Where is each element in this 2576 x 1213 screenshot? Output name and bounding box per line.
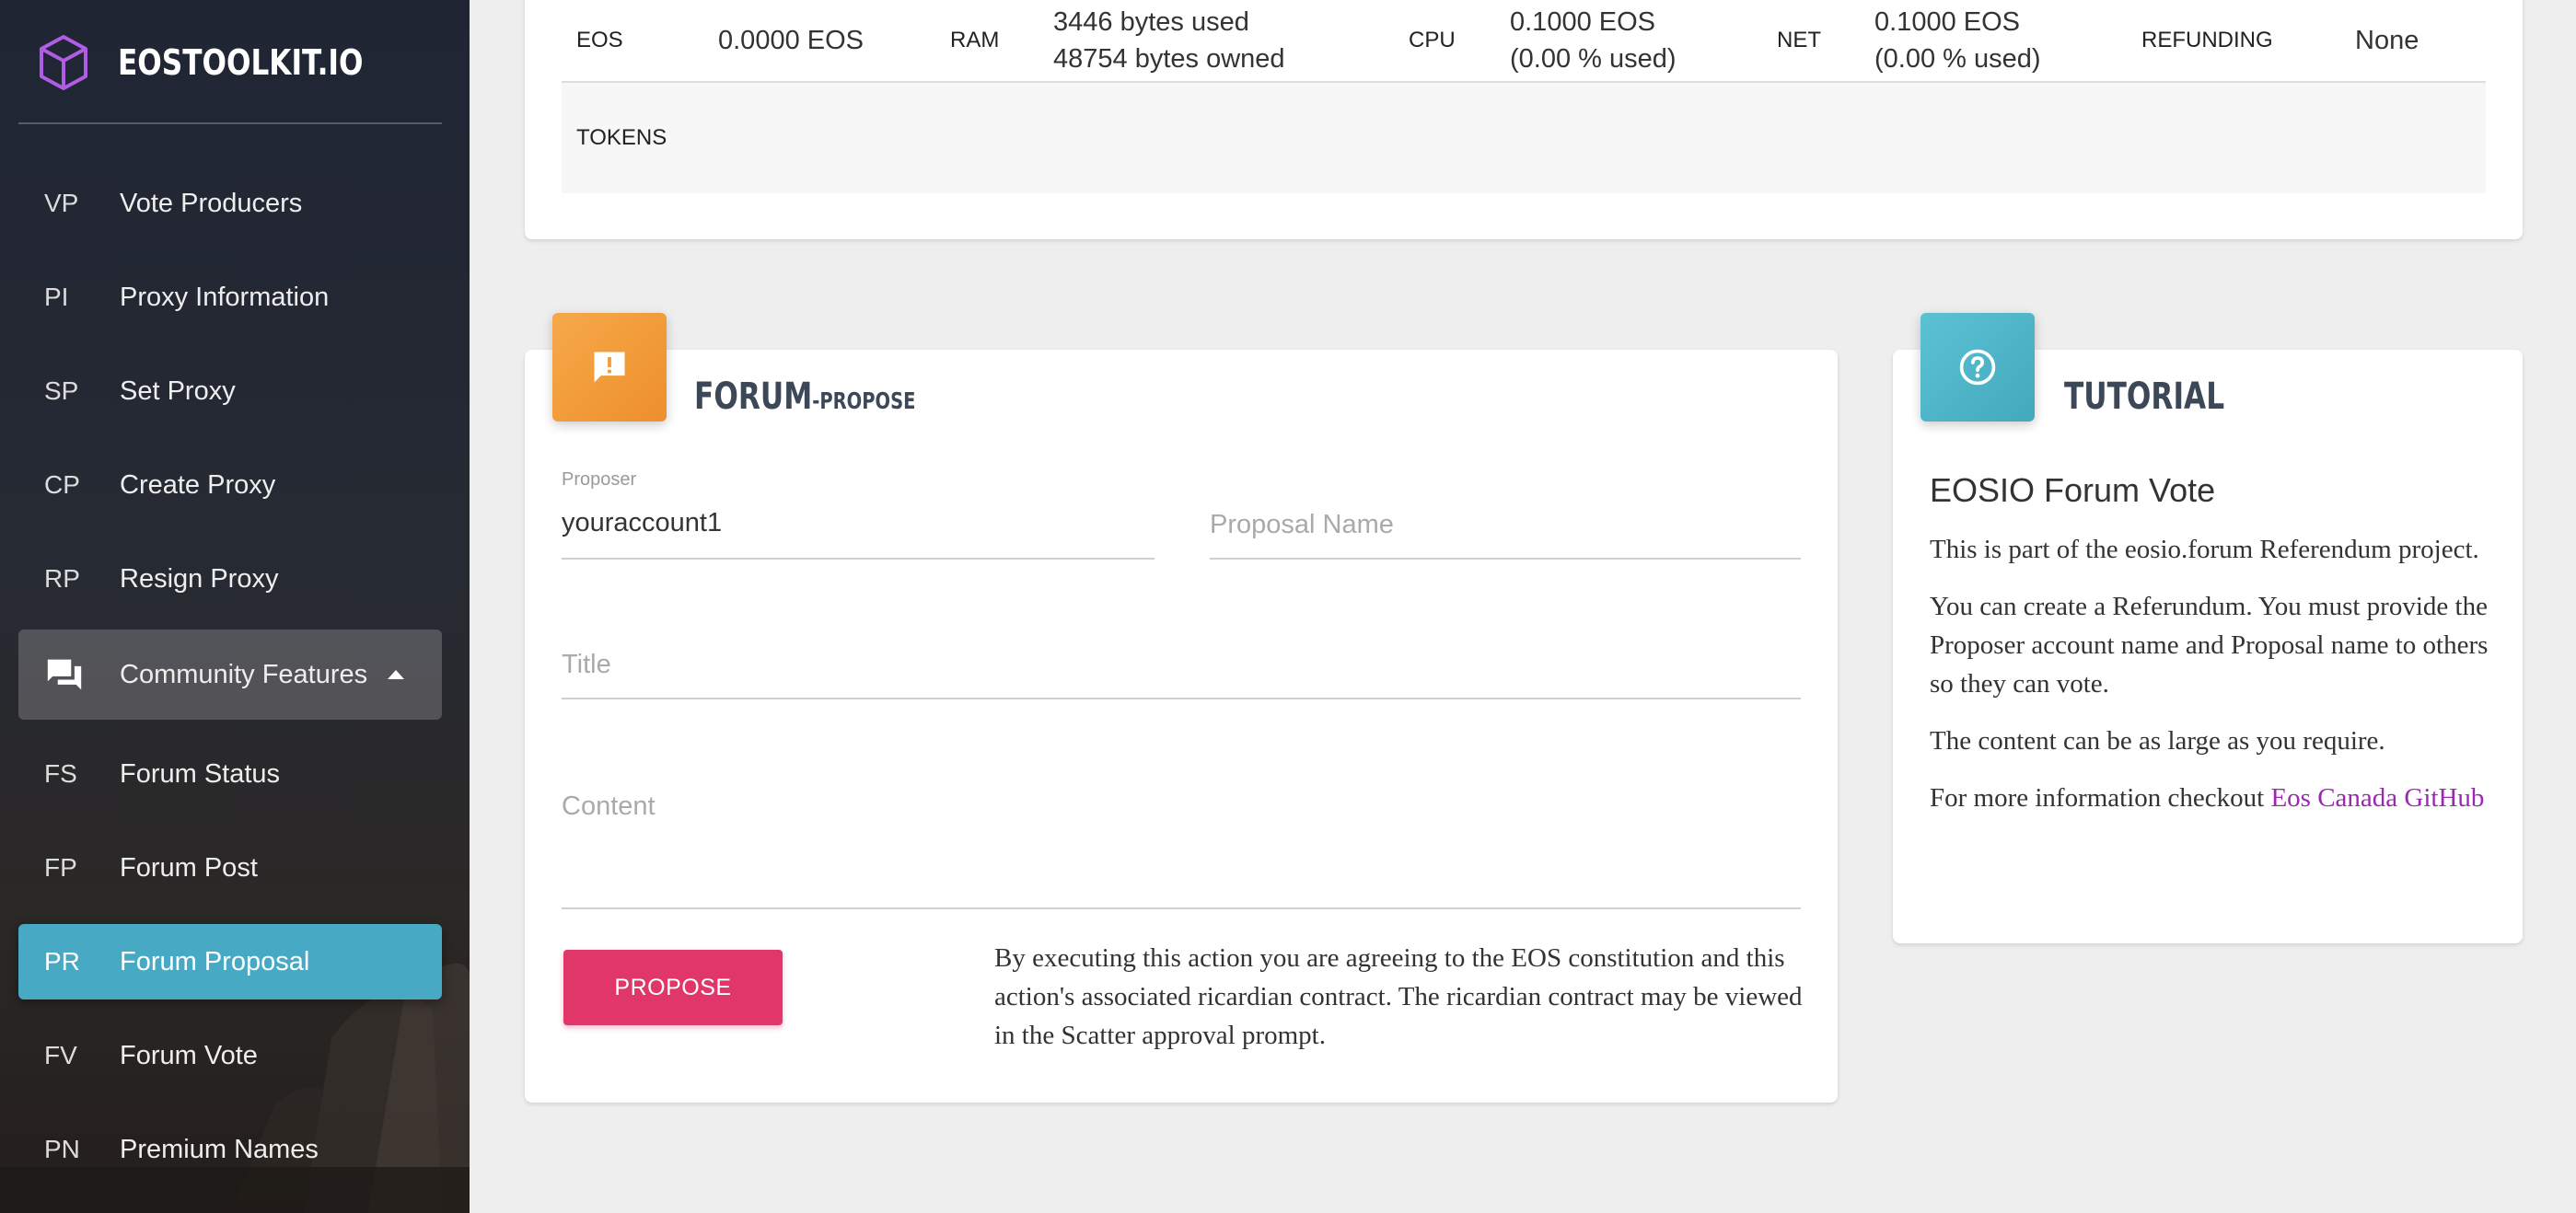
- sidebar-item-label: Forum Post: [120, 852, 258, 883]
- sidebar-item-label: Forum Vote: [120, 1040, 258, 1070]
- net-staked: 0.1000 EOS: [1874, 7, 2020, 37]
- ram-value: 3446 bytes used 48754 bytes owned: [1053, 4, 1409, 77]
- sidebar-item-create-proxy[interactable]: CP Create Proxy: [18, 438, 442, 532]
- sidebar-item-resign-proxy[interactable]: RP Resign Proxy: [18, 532, 442, 626]
- sidebar-item-label: Vote Producers: [120, 188, 303, 218]
- refunding-value: None: [2355, 25, 2419, 55]
- propose-button[interactable]: PROPOSE: [563, 950, 783, 1025]
- proposal-name-input[interactable]: Proposal Name: [1210, 510, 1394, 540]
- tokens-row: TOKENS: [562, 83, 2486, 193]
- sidebar-item-premium-names[interactable]: PN Premium Names: [18, 1103, 442, 1196]
- sidebar-item-forum-status[interactable]: FS Forum Status: [18, 727, 442, 821]
- sidebar-nav: VP Vote Producers PI Proxy Information S…: [18, 156, 442, 1196]
- eos-label: EOS: [576, 28, 623, 52]
- proposer-field[interactable]: Proposer youraccount1: [562, 469, 1155, 560]
- forum-subtitle: -PROPOSE: [812, 387, 916, 414]
- tutorial-card: TUTORIAL EOSIO Forum Vote This is part o…: [1893, 313, 2523, 943]
- sidebar-divider: [18, 122, 442, 124]
- help-icon: [1959, 349, 1996, 386]
- sidebar-item-abbr: FP: [44, 853, 77, 882]
- sidebar-item-label: Forum Status: [120, 758, 281, 789]
- brand[interactable]: EOSTOOLKIT.IO: [37, 33, 417, 92]
- account-info-card: EOS 0.0000 EOS RAM 3446 bytes used 48754…: [525, 0, 2523, 239]
- tutorial-paragraph: This is part of the eosio.forum Referend…: [1930, 535, 2479, 564]
- content-field[interactable]: Content: [562, 755, 1801, 909]
- net-value: 0.1000 EOS (0.00 % used): [1874, 4, 2141, 77]
- cpu-staked: 0.1000 EOS: [1510, 7, 1655, 37]
- caret-up-icon: [388, 670, 405, 679]
- sidebar-group-label: Community Features: [120, 659, 368, 689]
- content-textarea[interactable]: Content: [562, 791, 656, 822]
- sidebar-item-abbr: FS: [44, 759, 77, 788]
- sidebar-item-abbr: CP: [44, 470, 80, 499]
- sidebar-item-label: Resign Proxy: [120, 563, 279, 594]
- cpu-label: CPU: [1409, 28, 1456, 52]
- alert-message-icon: [594, 352, 625, 383]
- sidebar-item-set-proxy[interactable]: SP Set Proxy: [18, 344, 442, 438]
- forum-icon: [18, 656, 120, 693]
- cube-logo-icon: [40, 35, 87, 90]
- sidebar-item-abbr: PR: [44, 947, 80, 976]
- ricardian-disclaimer: By executing this action you are agreein…: [994, 943, 1803, 1050]
- sidebar-item-label: Set Proxy: [120, 375, 236, 406]
- title-input[interactable]: Title: [562, 650, 611, 680]
- tutorial-paragraph: You can create a Referundum. You must pr…: [1930, 592, 2489, 699]
- sidebar-item-label: Create Proxy: [120, 469, 276, 500]
- account-resources-table: EOS 0.0000 EOS RAM 3446 bytes used 48754…: [562, 0, 2486, 193]
- sidebar-item-forum-post[interactable]: FP Forum Post: [18, 821, 442, 915]
- sidebar-item-abbr: SP: [44, 376, 79, 405]
- tutorial-more-info-text: For more information checkout: [1930, 783, 2271, 813]
- sidebar-item-vote-producers[interactable]: VP Vote Producers: [18, 156, 442, 250]
- tutorial-paragraph: For more information checkout Eos Canada…: [1930, 779, 2491, 817]
- tutorial-title: TUTORIAL: [2064, 375, 2225, 418]
- sidebar-item-forum-proposal[interactable]: PR Forum Proposal: [18, 924, 442, 999]
- sidebar-item-abbr: VP: [44, 189, 79, 217]
- ram-owned: 48754 bytes owned: [1053, 44, 1285, 74]
- sidebar: EOSTOOLKIT.IO VP Vote Producers PI Proxy…: [0, 0, 470, 1213]
- cpu-value: 0.1000 EOS (0.00 % used): [1510, 4, 1777, 77]
- sidebar-group-community-features[interactable]: Community Features: [18, 630, 442, 720]
- sidebar-item-forum-vote[interactable]: FV Forum Vote: [18, 1009, 442, 1103]
- ram-used: 3446 bytes used: [1053, 7, 1249, 37]
- forum-propose-card: FORUM-PROPOSE Proposer youraccount1 Prop…: [525, 313, 1838, 1103]
- forum-title: FORUM: [694, 375, 813, 418]
- tutorial-badge: [1920, 313, 2035, 422]
- sidebar-item-label: Forum Proposal: [120, 946, 310, 976]
- sidebar-item-label: Premium Names: [120, 1134, 319, 1164]
- proposer-input[interactable]: youraccount1: [562, 508, 722, 538]
- brand-name: EOSTOOLKIT.IO: [118, 42, 364, 83]
- sidebar-item-abbr: FV: [44, 1041, 77, 1069]
- tutorial-paragraph: The content can be as large as you requi…: [1930, 726, 2385, 756]
- eos-balance: 0.0000 EOS: [718, 25, 864, 55]
- title-field[interactable]: Title: [562, 617, 1801, 699]
- ram-label: RAM: [950, 28, 1000, 52]
- proposer-label: Proposer: [562, 469, 637, 490]
- net-used: (0.00 % used): [1874, 44, 2041, 74]
- sidebar-item-abbr: PN: [44, 1135, 80, 1163]
- forum-card-title: FORUM-PROPOSE: [694, 375, 915, 418]
- tutorial-body: This is part of the eosio.forum Referend…: [1930, 530, 2491, 836]
- proposal-name-field[interactable]: Proposal Name: [1210, 469, 1801, 560]
- eos-canada-github-link[interactable]: Eos Canada GitHub: [2270, 783, 2484, 813]
- sidebar-item-label: Proxy Information: [120, 282, 330, 312]
- refunding-label: REFUNDING: [2141, 28, 2273, 52]
- sidebar-item-abbr: RP: [44, 564, 80, 593]
- tokens-label: TOKENS: [576, 125, 667, 150]
- sidebar-item-abbr: PI: [44, 283, 69, 311]
- forum-badge: [552, 313, 667, 422]
- cpu-used: (0.00 % used): [1510, 44, 1677, 74]
- sidebar-item-proxy-information[interactable]: PI Proxy Information: [18, 250, 442, 344]
- net-label: NET: [1777, 28, 1821, 52]
- account-resources-row: EOS 0.0000 EOS RAM 3446 bytes used 48754…: [562, 0, 2486, 83]
- tutorial-heading: EOSIO Forum Vote: [1930, 471, 2216, 509]
